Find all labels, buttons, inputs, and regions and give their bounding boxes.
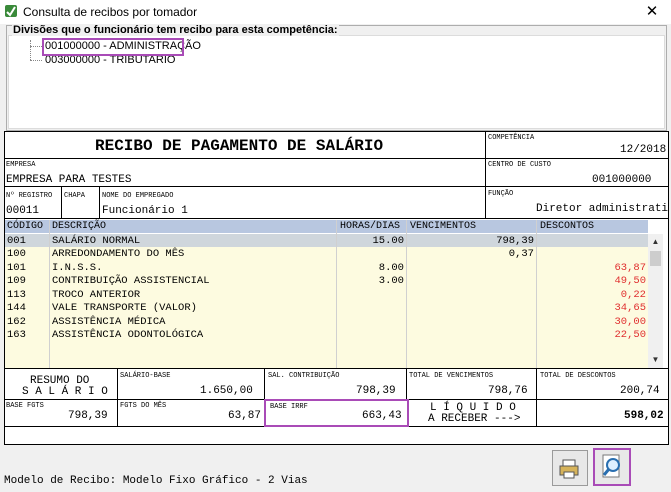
- table-row-deductions[interactable]: 0,22: [536, 289, 646, 301]
- table-row-code[interactable]: 001: [7, 235, 26, 247]
- registro-label: Nº REGISTRO: [6, 192, 53, 200]
- tree-connector: [30, 60, 42, 62]
- table-row-description[interactable]: ASSISTÊNCIA ODONTOLÓGICA: [52, 329, 203, 341]
- empresa-label: EMPRESA: [6, 161, 36, 169]
- table-row-hours[interactable]: 8.00: [336, 262, 404, 274]
- print-icon: [559, 459, 579, 479]
- table-row-description[interactable]: I.N.S.S.: [52, 262, 102, 274]
- table-row-description[interactable]: SALÁRIO NORMAL: [52, 235, 140, 247]
- magnifier-icon: [602, 454, 620, 478]
- centro-custo-value: 001000000: [592, 174, 652, 186]
- table-row-earnings[interactable]: 0,37: [406, 248, 534, 260]
- selected-item-highlight: [42, 38, 184, 56]
- table-row-code[interactable]: 162: [7, 316, 26, 328]
- table-row-description[interactable]: VALE TRANSPORTE (VALOR): [52, 302, 197, 314]
- funcao-value: Diretor administrati: [536, 203, 669, 215]
- base-fgts-label: BASE FGTS: [6, 402, 44, 410]
- sal-contribuicao-label: SAL. CONTRIBUIÇÃO: [268, 372, 340, 380]
- tree-connector: [30, 40, 32, 60]
- col-descricao-header: DESCRIÇÃO: [52, 221, 107, 232]
- print-button[interactable]: [552, 450, 588, 486]
- total-vencimentos-label: TOTAL DE VENCIMENTOS: [409, 372, 494, 380]
- table-row-description[interactable]: TROCO ANTERIOR: [52, 289, 140, 301]
- col-codigo-header: CÓDIGO: [7, 221, 44, 232]
- table-row-code[interactable]: 144: [7, 302, 26, 314]
- scroll-up-arrow-icon[interactable]: ▲: [648, 235, 663, 249]
- col-vencimentos-header: VENCIMENTOS: [410, 221, 477, 232]
- base-irrf-label: BASE IRRF: [270, 403, 308, 411]
- competencia-label: COMPETÊNCIA: [488, 134, 535, 142]
- total-descontos-label: TOTAL DE DESCONTOS: [540, 372, 616, 380]
- col-descontos-header: DESCONTOS: [540, 221, 595, 232]
- table-row-deductions[interactable]: 49,50: [536, 275, 646, 287]
- table-row-code[interactable]: 163: [7, 329, 26, 341]
- window-title: Consulta de recibos por tomador: [23, 5, 198, 19]
- base-irrf-value: 663,43: [362, 410, 402, 422]
- empresa-value: EMPRESA PARA TESTES: [6, 174, 132, 186]
- receipt-title: RECIBO DE PAGAMENTO DE SALÁRIO: [95, 137, 384, 155]
- liquido-value: 598,02: [624, 410, 664, 422]
- table-row-code[interactable]: 113: [7, 289, 26, 301]
- scroll-down-arrow-icon[interactable]: ▼: [648, 353, 663, 367]
- nome-label: NOME DO EMPREGADO: [102, 192, 174, 200]
- table-row-deductions[interactable]: 30,00: [536, 316, 646, 328]
- close-button[interactable]: ✕: [635, 1, 669, 23]
- table-row-code[interactable]: 101: [7, 262, 26, 274]
- app-icon: [4, 4, 18, 18]
- table-row-deductions[interactable]: 34,65: [536, 302, 646, 314]
- table-row-description[interactable]: ASSISTÊNCIA MÉDICA: [52, 316, 165, 328]
- table-row-code[interactable]: 109: [7, 275, 26, 287]
- fgts-mes-value: 63,87: [228, 410, 262, 422]
- centro-custo-label: CENTRO DE CUSTO: [488, 161, 552, 169]
- table-row-earnings[interactable]: 798,39: [406, 235, 534, 247]
- salario-base-label: SALÁRIO-BASE: [120, 372, 171, 380]
- total-vencimentos-value: 798,76: [488, 385, 528, 397]
- chapa-label: CHAPA: [64, 192, 86, 200]
- tree-connector: [30, 46, 42, 48]
- table-row-description[interactable]: ARREDONDAMENTO DO MÊS: [52, 248, 184, 260]
- table-row-description[interactable]: CONTRIBUIÇÃO ASSISTENCIAL: [52, 275, 210, 287]
- competencia-value: 12/2018: [620, 144, 667, 156]
- table-row-code[interactable]: 100: [7, 248, 26, 260]
- table-row-hours[interactable]: 3.00: [336, 275, 404, 287]
- table-row-deductions[interactable]: 63,87: [536, 262, 646, 274]
- scrollbar-thumb[interactable]: [650, 251, 661, 266]
- fgts-mes-label: FGTS DO MÊS: [120, 402, 167, 410]
- receipt-model-label: Modelo de Recibo: Modelo Fixo Gráfico - …: [4, 475, 308, 487]
- sal-contribuicao-value: 798,39: [356, 385, 396, 397]
- col-horas-header: HORAS/DIAS: [340, 221, 401, 232]
- liquido-line2: A RECEBER --->: [428, 413, 521, 425]
- salario-base-value: 1.650,00: [200, 385, 253, 397]
- registro-value: 00011: [6, 205, 40, 217]
- funcao-label: FUNÇÃO: [488, 190, 514, 198]
- table-row-hours[interactable]: 15.00: [336, 235, 404, 247]
- resumo-line2: S A L Á R I O: [22, 386, 108, 398]
- preview-button[interactable]: [593, 448, 631, 486]
- total-descontos-value: 200,74: [620, 385, 660, 397]
- nome-value: Funcionário 1: [102, 205, 188, 217]
- divisions-label: Divisões que o funcionário tem recibo pa…: [12, 24, 339, 36]
- table-row-deductions[interactable]: 22,50: [536, 329, 646, 341]
- base-fgts-value: 798,39: [68, 410, 108, 422]
